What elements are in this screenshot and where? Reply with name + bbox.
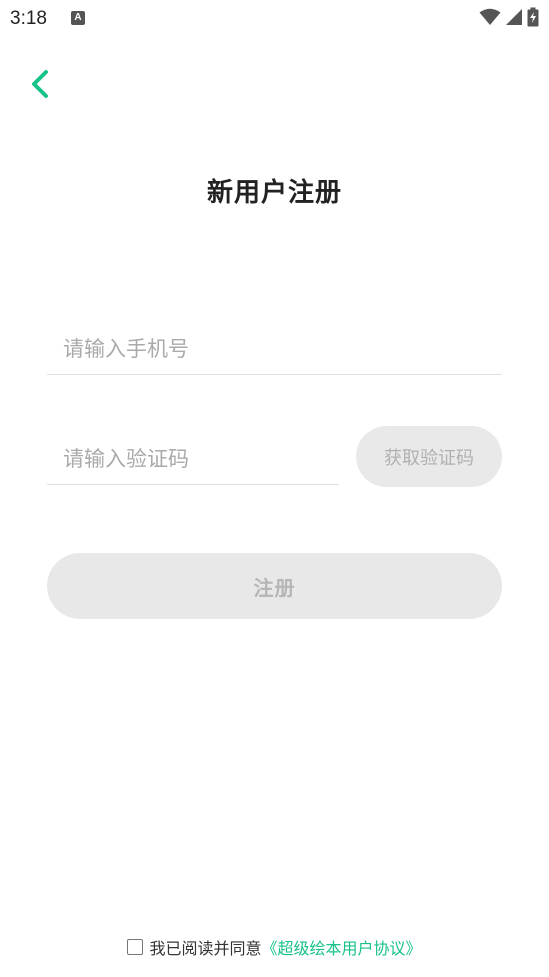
page-title: 新用户注册 [206, 178, 342, 208]
wifi-icon [479, 8, 501, 25]
verification-code-field [47, 432, 339, 486]
phone-input[interactable] [61, 322, 492, 376]
user-agreement-link[interactable]: 《超级绘本用户协议》 [262, 935, 422, 959]
agreement-text: 我已阅读并同意 [149, 939, 262, 958]
agreement: 我已阅读并同意 《超级绘本用户协议》 [0, 933, 549, 961]
status-time: 3:18 [10, 8, 47, 29]
status-bar: 3:18 A [0, 0, 549, 38]
battery-charging-icon [527, 7, 539, 27]
chevron-left-icon [32, 70, 48, 98]
notification-icon: A [71, 11, 85, 25]
register-button[interactable]: 注册 [47, 553, 502, 619]
signal-icon [506, 9, 522, 25]
back-button[interactable] [24, 62, 64, 106]
verification-code-input[interactable] [61, 432, 329, 486]
phone-field [47, 322, 502, 376]
status-icons [479, 7, 539, 27]
agreement-checkbox[interactable] [127, 939, 144, 955]
get-code-button[interactable]: 获取验证码 [356, 426, 502, 487]
